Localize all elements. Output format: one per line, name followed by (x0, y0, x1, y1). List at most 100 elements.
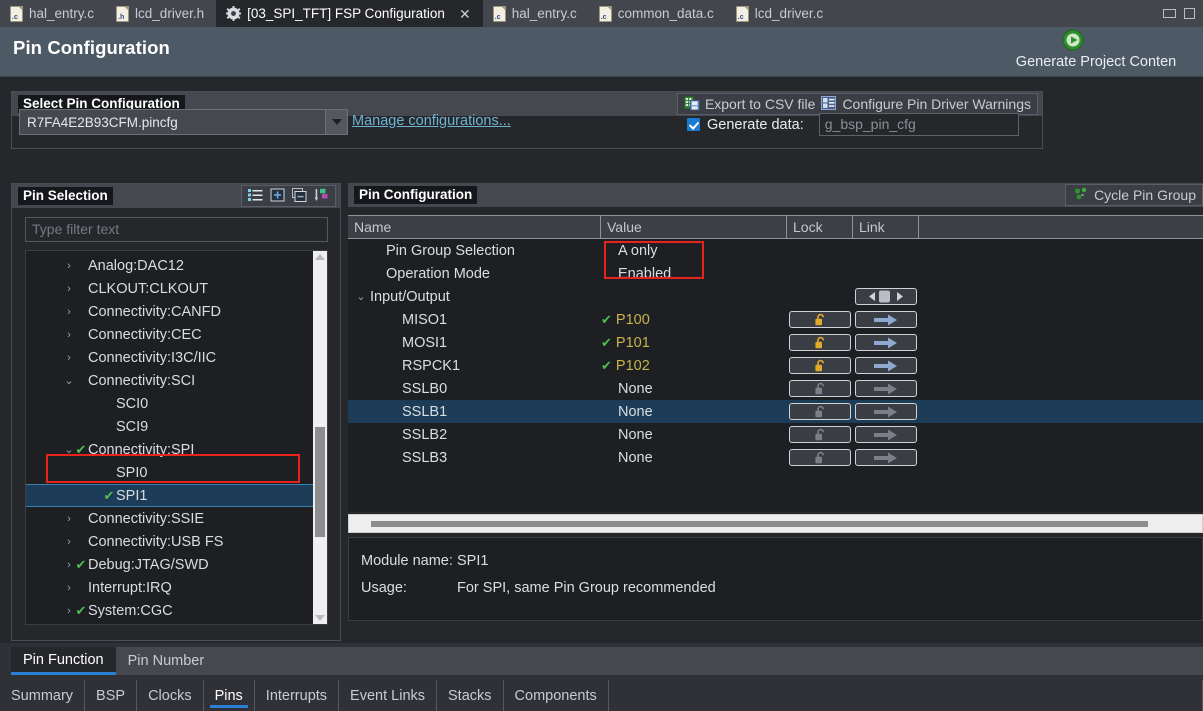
chevron-right-icon[interactable]: › (64, 605, 74, 617)
list-view-icon[interactable] (248, 188, 263, 205)
lock-closed-icon[interactable] (789, 311, 851, 328)
column-header-link[interactable]: Link (853, 216, 919, 238)
lock-open-icon[interactable] (789, 426, 851, 443)
pin-selection-filter-input[interactable]: Type filter text (25, 217, 328, 242)
pin-selection-tree-item[interactable]: SCI0 (26, 392, 327, 415)
perspective-tab-stacks[interactable]: Stacks (437, 680, 504, 711)
lock-closed-icon[interactable] (789, 357, 851, 374)
chevron-right-icon[interactable]: › (64, 559, 74, 571)
pin-selection-tree-item[interactable]: ›✔Debug:JTAG/SWD (26, 553, 327, 576)
chevron-right-icon[interactable]: › (64, 536, 74, 548)
link-arrow-icon[interactable] (855, 357, 917, 374)
pin-selection-tree-item[interactable]: ⌄✔Connectivity:SPI (26, 438, 327, 461)
pin-row-value-cell[interactable]: None (601, 381, 787, 397)
link-arrow-icon[interactable] (855, 426, 917, 443)
pin-row-link-cell[interactable] (853, 426, 919, 443)
perspective-tab-pins[interactable]: Pins (204, 680, 255, 711)
pin-selection-tree-item[interactable]: ›Interrupt:IRQ (26, 576, 327, 599)
pin-table-row[interactable]: SSLB3None (348, 446, 1203, 469)
generate-data-checkbox[interactable] (687, 118, 700, 131)
manage-configurations-link[interactable]: Manage configurations... (352, 113, 511, 129)
chevron-right-icon[interactable]: › (64, 352, 74, 364)
pin-row-link-cell[interactable] (853, 357, 919, 374)
link-arrow-icon[interactable] (855, 311, 917, 328)
pin-selection-tree-item[interactable]: ›Connectivity:USB FS (26, 530, 327, 553)
pin-row-link-cell[interactable] (853, 449, 919, 466)
pin-table-row[interactable]: Pin Group SelectionA only (348, 239, 1203, 262)
pin-row-lock-cell[interactable] (787, 380, 853, 397)
pin-row-lock-cell[interactable] (787, 357, 853, 374)
scrollbar-thumb[interactable] (315, 427, 325, 537)
pin-selection-tree-item[interactable]: ✔SPI1 (26, 484, 327, 507)
pin-selection-tree-item[interactable]: SCI9 (26, 415, 327, 438)
pin-selection-tree[interactable]: ›Analog:DAC12›CLKOUT:CLKOUT ›Connectivity… (25, 250, 328, 625)
pin-row-value-cell[interactable]: ✔P101 (601, 335, 787, 351)
chevron-right-icon[interactable]: › (64, 582, 74, 594)
editor-tab-5[interactable]: .clcd_driver.c (726, 0, 835, 27)
pin-row-value-cell[interactable]: None (601, 404, 787, 420)
perspective-tab-components[interactable]: Components (504, 680, 609, 711)
pin-row-link-cell[interactable] (853, 380, 919, 397)
chevron-right-icon[interactable]: › (64, 283, 74, 295)
restore-icon[interactable] (1184, 8, 1195, 19)
pin-row-link-cell[interactable] (853, 403, 919, 420)
pin-row-value-cell[interactable]: ✔P102 (601, 358, 787, 374)
pin-table-row[interactable]: MOSI1✔P101 (348, 331, 1203, 354)
pin-table-row[interactable]: SSLB0None (348, 377, 1203, 400)
editor-tab-3[interactable]: .chal_entry.c (483, 0, 589, 27)
cycle-pin-group-button[interactable]: Cycle Pin Group (1065, 184, 1203, 206)
lock-open-icon[interactable] (789, 403, 851, 420)
chevron-right-icon[interactable]: › (64, 260, 74, 272)
pin-selection-scrollbar[interactable] (313, 251, 327, 624)
pin-table-row[interactable]: Operation ModeEnabled (348, 262, 1203, 285)
column-header-name[interactable]: Name (348, 216, 601, 238)
lock-closed-icon[interactable] (789, 334, 851, 351)
column-header-value[interactable]: Value (601, 216, 787, 238)
configure-pin-driver-warnings-button[interactable]: Configure Pin Driver Warnings (821, 95, 1031, 114)
pin-row-lock-cell[interactable] (787, 311, 853, 328)
perspective-tab-clocks[interactable]: Clocks (137, 680, 204, 711)
close-icon[interactable]: ✕ (459, 7, 471, 21)
pin-row-link-cell[interactable] (853, 334, 919, 351)
pin-selection-tree-item[interactable]: ›CLKOUT:CLKOUT (26, 277, 327, 300)
export-to-csv-button[interactable]: Export to CSV file (684, 95, 816, 114)
chevron-down-icon[interactable]: ⌄ (64, 374, 74, 387)
perspective-tab-bsp[interactable]: BSP (85, 680, 137, 711)
pin-table-row[interactable]: MISO1✔P100 (348, 308, 1203, 331)
sort-icon[interactable] (314, 188, 329, 205)
link-arrow-icon[interactable] (855, 403, 917, 420)
pin-table-horizontal-scrollbar[interactable] (348, 514, 1203, 533)
chevron-right-icon[interactable]: › (64, 329, 74, 341)
scrollbar-thumb[interactable] (371, 521, 1148, 527)
pin-configuration-select[interactable]: R7FA4E2B93CFM.pincfg (19, 109, 348, 135)
column-header-lock[interactable]: Lock (787, 216, 853, 238)
pin-row-value-cell[interactable]: ✔P100 (601, 312, 787, 328)
pin-table-row[interactable]: SSLB1None (348, 400, 1203, 423)
collapse-all-icon[interactable] (292, 188, 307, 205)
chevron-down-icon[interactable] (325, 110, 347, 134)
editor-tab-1[interactable]: .hlcd_driver.h (106, 0, 216, 27)
perspective-tab-summary[interactable]: Summary (0, 680, 85, 711)
editor-tab-0[interactable]: .chal_entry.c (0, 0, 106, 27)
pin-row-link-cell[interactable] (853, 311, 919, 328)
perspective-tab-event-links[interactable]: Event Links (339, 680, 437, 711)
pin-selection-tree-item[interactable]: ›Connectivity:SSIE (26, 507, 327, 530)
scroll-up-icon[interactable] (315, 254, 325, 260)
link-arrow-icon[interactable] (855, 449, 917, 466)
lock-open-icon[interactable] (789, 380, 851, 397)
pin-selection-tree-item[interactable]: SPI0 (26, 461, 327, 484)
expand-all-icon[interactable] (270, 188, 285, 205)
pin-selection-tree-item[interactable]: ⌄Connectivity:SCI (26, 369, 327, 392)
chevron-right-icon[interactable]: › (64, 513, 74, 525)
chevron-down-icon[interactable]: ⌄ (64, 443, 74, 456)
pin-selection-tree-item[interactable]: ›Analog:DAC12 (26, 254, 327, 277)
editor-tab-4[interactable]: .ccommon_data.c (589, 0, 726, 27)
pin-row-value-cell[interactable]: None (601, 450, 787, 466)
generate-data-input[interactable]: g_bsp_pin_cfg (819, 113, 1019, 136)
pin-selection-tree-item[interactable]: ›✔System:CGC (26, 599, 327, 622)
pin-table-row[interactable]: ⌄Input/Output (348, 285, 1203, 308)
pin-row-value-cell[interactable]: A only (601, 243, 787, 259)
pin-row-value-cell[interactable]: Enabled (601, 266, 787, 282)
perspective-tab-interrupts[interactable]: Interrupts (255, 680, 339, 711)
pin-row-value-cell[interactable]: None (601, 427, 787, 443)
